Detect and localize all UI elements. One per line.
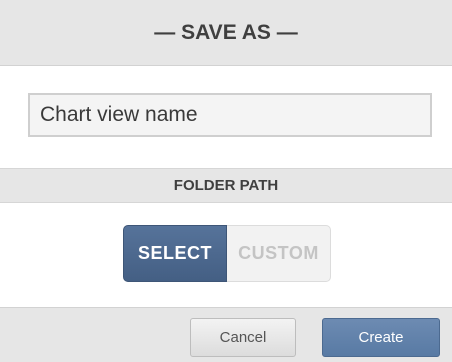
save-as-dialog: — SAVE AS — FOLDER PATH SELECT CUSTOM Ca…	[0, 0, 452, 362]
cancel-button[interactable]: Cancel	[190, 318, 296, 357]
dialog-title: — SAVE AS —	[0, 0, 452, 66]
create-button[interactable]: Create	[322, 318, 440, 357]
dialog-footer: Cancel Create	[0, 307, 452, 362]
chart-view-name-input[interactable]	[28, 93, 432, 137]
folder-select-toggle[interactable]: SELECT	[123, 225, 227, 282]
folder-custom-toggle[interactable]: CUSTOM	[227, 225, 331, 282]
folder-path-section: SELECT CUSTOM	[0, 203, 452, 307]
name-section	[0, 66, 452, 168]
folder-path-header: FOLDER PATH	[0, 168, 452, 203]
